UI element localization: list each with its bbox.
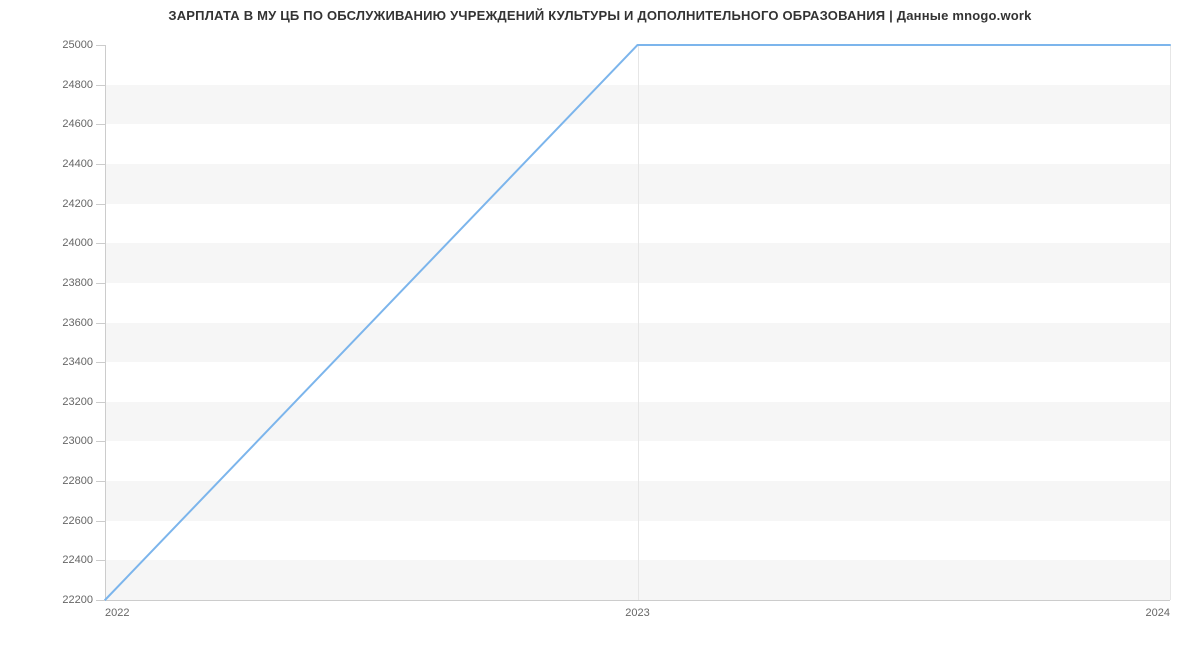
y-tick — [96, 85, 105, 86]
y-tick-label: 24200 — [33, 198, 93, 210]
y-tick-label: 24400 — [33, 158, 93, 170]
y-tick — [96, 402, 105, 403]
plot-area — [105, 45, 1170, 601]
x-gridline — [1170, 45, 1171, 600]
y-tick — [96, 600, 105, 601]
y-tick-label: 23000 — [33, 435, 93, 447]
y-tick-label: 23200 — [33, 396, 93, 408]
y-tick-label: 23600 — [33, 317, 93, 329]
x-tick-label: 2024 — [1146, 607, 1170, 619]
y-tick — [96, 560, 105, 561]
x-tick-label: 2022 — [105, 607, 129, 619]
y-tick — [96, 481, 105, 482]
y-tick — [96, 362, 105, 363]
y-tick — [96, 164, 105, 165]
y-tick — [96, 283, 105, 284]
y-tick — [96, 441, 105, 442]
y-tick-label: 24600 — [33, 118, 93, 130]
y-tick-label: 23800 — [33, 277, 93, 289]
y-tick — [96, 243, 105, 244]
y-tick — [96, 45, 105, 46]
y-tick-label: 23400 — [33, 356, 93, 368]
series-line — [105, 45, 1170, 600]
y-tick-label: 24800 — [33, 79, 93, 91]
y-tick-label: 25000 — [33, 39, 93, 51]
y-tick-label: 22200 — [33, 594, 93, 606]
y-tick — [96, 521, 105, 522]
y-tick-label: 22800 — [33, 475, 93, 487]
y-tick-label: 22600 — [33, 515, 93, 527]
y-tick — [96, 124, 105, 125]
y-tick-label: 24000 — [33, 237, 93, 249]
line-layer — [105, 45, 1170, 600]
y-tick — [96, 323, 105, 324]
x-tick-label: 2023 — [625, 607, 649, 619]
chart-title: ЗАРПЛАТА В МУ ЦБ ПО ОБСЛУЖИВАНИЮ УЧРЕЖДЕ… — [0, 8, 1200, 23]
y-tick-label: 22400 — [33, 554, 93, 566]
salary-chart: ЗАРПЛАТА В МУ ЦБ ПО ОБСЛУЖИВАНИЮ УЧРЕЖДЕ… — [0, 0, 1200, 650]
y-tick — [96, 204, 105, 205]
